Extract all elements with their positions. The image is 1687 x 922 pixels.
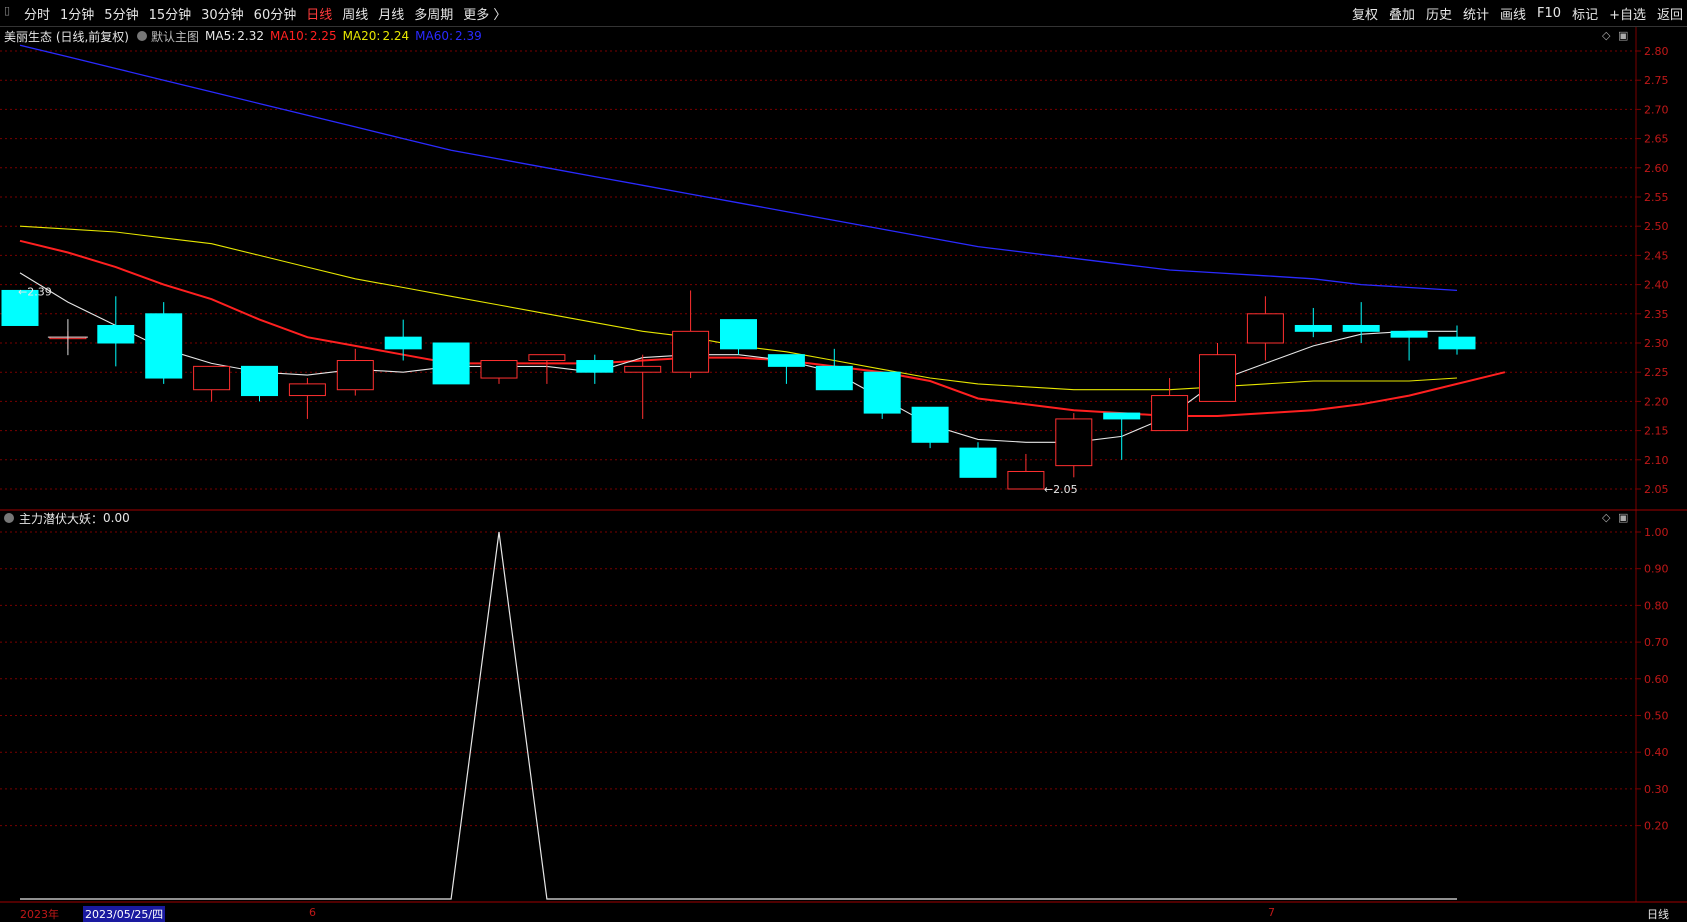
candle-body-up (1199, 354, 1236, 402)
price-tick-label: 2.25 (1644, 366, 1669, 379)
price-tick-label: 2.20 (1644, 395, 1669, 408)
price-tick-label: 2.65 (1644, 133, 1669, 146)
price-tick-label: 2.70 (1644, 103, 1669, 116)
price-tick-label: 2.50 (1644, 220, 1669, 233)
candle-body-down (145, 313, 183, 379)
candle-body-up (288, 383, 326, 397)
candle-body-down (97, 324, 135, 344)
price-tick-label: 2.45 (1644, 249, 1669, 262)
candle-body-up (480, 360, 518, 379)
price-tick-label: 2.35 (1644, 308, 1669, 321)
indicator-tick-label: 0.20 (1644, 820, 1669, 833)
candle-body-up (624, 365, 662, 373)
price-tick-label: 2.05 (1644, 483, 1669, 496)
indicator-tick-label: 1.00 (1644, 526, 1669, 539)
candle-body-up (1246, 313, 1284, 344)
month-7-label: 7 (1268, 906, 1275, 919)
candle-body-up (1151, 395, 1189, 432)
candle-body-down (241, 365, 278, 397)
high-annotation: ←2.39 (18, 285, 52, 298)
candle-body-up (528, 354, 566, 362)
candle-body-down (863, 371, 901, 414)
candle-body-down (767, 354, 805, 367)
price-tick-label: 2.75 (1644, 74, 1669, 87)
kline-chart[interactable]: 2.80 2.75 2.70 2.65 2.60 2.55 2.50 2.45 2.40 2.35… (0, 0, 1687, 919)
indicator-tick-label: 0.60 (1644, 673, 1669, 686)
price-tick-label: 2.80 (1644, 45, 1669, 58)
candle-body-up (1007, 470, 1045, 490)
indicator-tick-label: 0.70 (1644, 636, 1669, 649)
price-tick-label: 2.30 (1644, 337, 1669, 350)
price-tick-label: 2.40 (1644, 279, 1669, 292)
price-tick-label: 2.10 (1644, 454, 1669, 467)
candle-body-down (576, 360, 614, 373)
candle-body-down (1390, 330, 1428, 338)
candle-body-down (1342, 324, 1380, 332)
candle-body-up (193, 365, 231, 391)
price-tick-label: 2.15 (1644, 425, 1669, 438)
year-label: 2023年 (20, 908, 59, 921)
indicator-tick-label: 0.90 (1644, 563, 1669, 576)
price-tick-label: 2.55 (1644, 191, 1669, 204)
candle-body-down (1438, 336, 1476, 350)
candle-body-up (336, 360, 374, 391)
indicator-tick-label: 0.80 (1644, 599, 1669, 612)
candle-body-down (432, 342, 470, 385)
month-6-label: 6 (309, 906, 316, 919)
indicator-tick-label: 0.30 (1644, 783, 1669, 796)
candle-body-up (1055, 418, 1093, 467)
low-annotation: ←2.05 (1044, 483, 1078, 496)
candle-body-down (959, 447, 997, 478)
candle-body-down (384, 336, 422, 350)
ma20-line (19, 225, 1458, 391)
candle-body-down (1294, 324, 1332, 332)
candle-body-down (911, 406, 949, 443)
cursor-date: 2023/05/25/四 (83, 906, 166, 922)
price-tick-label: 2.60 (1644, 162, 1669, 175)
candle-body-down (720, 319, 757, 350)
indicator-tick-label: 0.40 (1644, 746, 1669, 759)
indicator-tick-label: 0.50 (1644, 710, 1669, 723)
period-label[interactable]: 日线 (1647, 906, 1669, 922)
candle-body-down (1103, 412, 1141, 420)
candle-body-down (815, 365, 853, 391)
candle-body-up (672, 330, 710, 373)
